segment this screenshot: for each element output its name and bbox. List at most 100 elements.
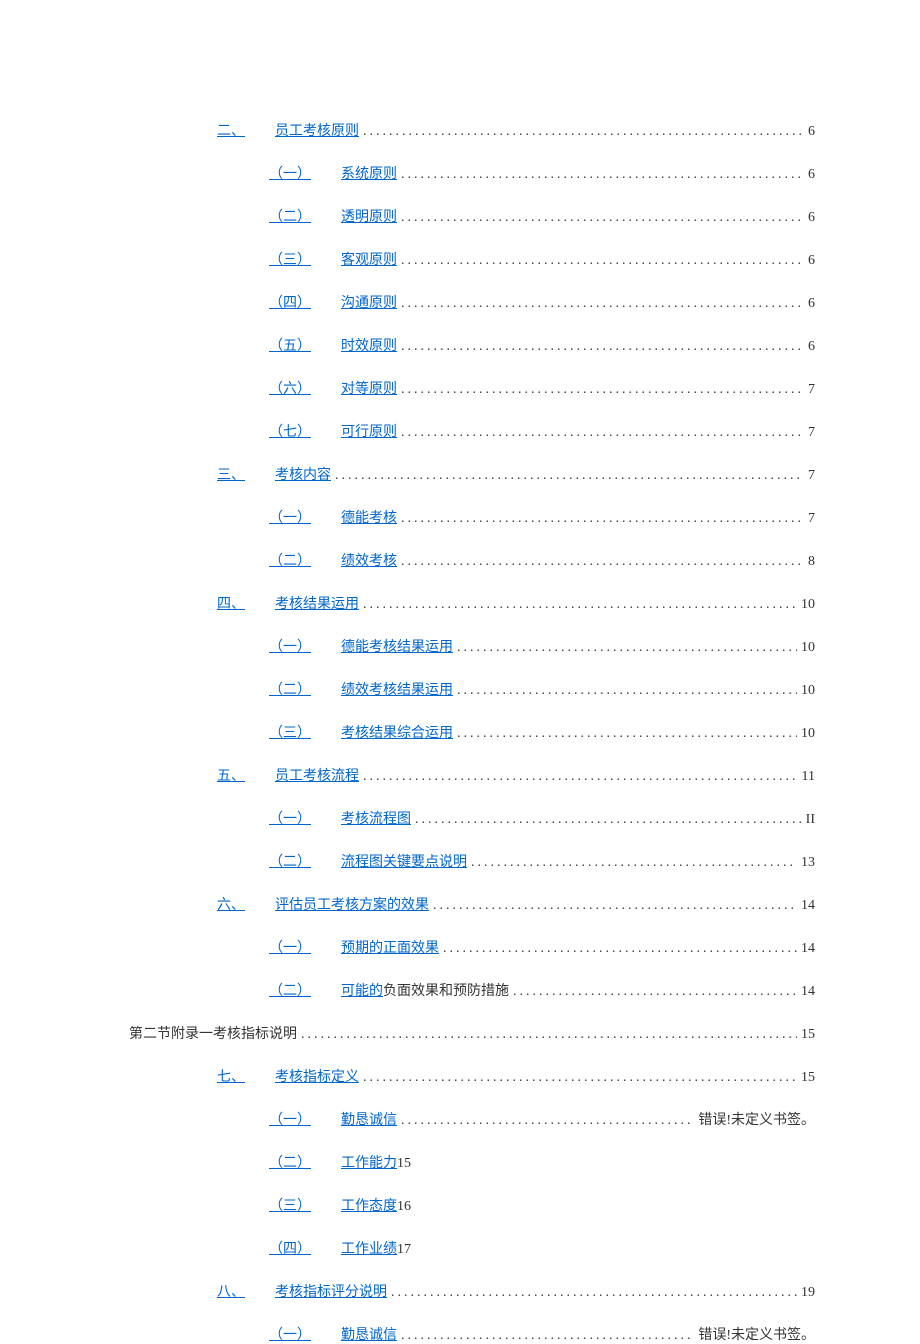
toc-entry: （一）勤恳诚信.................................… — [105, 1324, 815, 1344]
toc-page-number: 7 — [808, 382, 815, 398]
toc-entry: （三）考核结果综合运用.............................… — [105, 722, 815, 742]
toc-prefix[interactable]: （四） — [269, 1238, 311, 1258]
toc-page-number: 6 — [808, 210, 815, 226]
toc-leader-dots: ........................................… — [401, 210, 804, 226]
toc-prefix[interactable]: 四、 — [217, 593, 245, 613]
toc-leader-dots: ........................................… — [363, 124, 804, 140]
toc-prefix[interactable]: （一） — [269, 507, 311, 527]
toc-entry: （三） 客观原则.................................… — [105, 249, 815, 269]
toc-entry: 五、 员工考核流程................................… — [105, 765, 815, 785]
toc-prefix[interactable]: （二） — [269, 206, 311, 226]
toc-leader-dots: ........................................… — [401, 253, 804, 269]
toc-title-link[interactable]: 时效原则 — [341, 335, 397, 355]
toc-prefix[interactable]: （六） — [269, 378, 311, 398]
toc-title-link[interactable]: 工作业绩 — [341, 1238, 397, 1258]
toc-leader-dots: ........................................… — [401, 339, 804, 355]
toc-leader-dots: ........................................… — [401, 167, 804, 183]
toc-title-link[interactable]: 透明原则 — [341, 206, 397, 226]
toc-title-link[interactable]: 考核流程图 — [341, 808, 411, 828]
toc-entry: （一）勤恳诚信.................................… — [105, 1109, 815, 1129]
toc-leader-dots: ........................................… — [363, 769, 798, 785]
toc-prefix[interactable]: （二） — [269, 550, 311, 570]
toc-title-link[interactable]: 员工考核原则 — [275, 120, 359, 140]
toc-page-number: 14 — [801, 898, 815, 914]
toc-title-link[interactable]: 预期的正面效果 — [341, 937, 439, 957]
toc-page-number: 15 — [397, 1156, 411, 1172]
toc-title-link[interactable]: 考核内容 — [275, 464, 331, 484]
toc-prefix[interactable]: （一） — [269, 636, 311, 656]
toc-title: 可能的负面效果和预防措施 — [341, 980, 509, 1000]
toc-prefix[interactable]: 六、 — [217, 894, 245, 914]
toc-title-link[interactable]: 绩效考核 — [341, 550, 397, 570]
toc-leader-dots: ........................................… — [457, 683, 797, 699]
toc-error-text: 错误!未定义书签。 — [698, 1109, 815, 1129]
toc-title-link[interactable]: 流程图关键要点说明 — [341, 851, 467, 871]
toc-page-number: 7 — [808, 511, 815, 527]
toc-prefix[interactable]: （二） — [269, 980, 311, 1000]
toc-page-number: 14 — [801, 941, 815, 957]
toc-leader-dots: ........................................… — [513, 984, 797, 1000]
toc-prefix[interactable]: 七、 — [217, 1066, 245, 1086]
toc-title-link[interactable]: 员工考核流程 — [275, 765, 359, 785]
toc-title-link[interactable]: 德能考核 — [341, 507, 397, 527]
toc-page-number: 11 — [802, 769, 815, 785]
toc-page-number: 14 — [801, 984, 815, 1000]
toc-title-link[interactable]: 可行原则 — [341, 421, 397, 441]
toc-entry: （二） 绩效考核结果运用.............................… — [105, 679, 815, 699]
toc-title-link[interactable]: 考核结果运用 — [275, 593, 359, 613]
toc-title-plain-part: 负面效果和预防措施 — [383, 984, 509, 999]
toc-prefix[interactable]: 二、 — [217, 120, 245, 140]
toc-title-link[interactable]: 德能考核结果运用 — [341, 636, 453, 656]
toc-prefix[interactable]: （一） — [269, 937, 311, 957]
toc-title-link[interactable]: 勤恳诚信 — [341, 1324, 397, 1344]
toc-prefix[interactable]: （一） — [269, 163, 311, 183]
toc-title-link[interactable]: 评估员工考核方案的效果 — [275, 894, 429, 914]
toc-title-link[interactable]: 工作态度 — [341, 1195, 397, 1215]
toc-leader-dots: ........................................… — [363, 597, 797, 613]
toc-title-link[interactable]: 绩效考核结果运用 — [341, 679, 453, 699]
toc-page-number: 7 — [808, 425, 815, 441]
toc-page-number: 15 — [801, 1070, 815, 1086]
toc-prefix[interactable]: （二） — [269, 679, 311, 699]
toc-entry: （五） 时效原则.................................… — [105, 335, 815, 355]
toc-title-link[interactable]: 沟通原则 — [341, 292, 397, 312]
table-of-contents: 二、 员工考核原则................................… — [105, 120, 815, 1344]
toc-leader-dots: ........................................… — [433, 898, 797, 914]
toc-prefix[interactable]: （四） — [269, 292, 311, 312]
toc-prefix[interactable]: 八、 — [217, 1281, 245, 1301]
toc-entry: 三、 考核内容..................................… — [105, 464, 815, 484]
toc-prefix[interactable]: （一） — [269, 808, 311, 828]
toc-leader-dots: ........................................… — [335, 468, 804, 484]
toc-prefix[interactable]: （一） — [269, 1109, 311, 1129]
toc-prefix[interactable]: （二） — [269, 1152, 311, 1172]
toc-title-link[interactable]: 客观原则 — [341, 249, 397, 269]
toc-page-number: 10 — [801, 726, 815, 742]
toc-page-number: 7 — [808, 468, 815, 484]
toc-prefix[interactable]: 五、 — [217, 765, 245, 785]
toc-leader-dots: ........................................… — [443, 941, 797, 957]
toc-page-number: 6 — [808, 253, 815, 269]
toc-title-link-part[interactable]: 可能的 — [341, 984, 383, 999]
toc-prefix[interactable]: （二） — [269, 851, 311, 871]
toc-entry: 八、考核指标评分说明..............................… — [105, 1281, 815, 1301]
toc-prefix[interactable]: （三） — [269, 1195, 311, 1215]
toc-title-link[interactable]: 系统原则 — [341, 163, 397, 183]
toc-leader-dots: ........................................… — [415, 812, 802, 828]
toc-prefix[interactable]: （一） — [269, 1324, 311, 1344]
toc-prefix[interactable]: （三） — [269, 722, 311, 742]
toc-title-link[interactable]: 考核指标评分说明 — [275, 1281, 387, 1301]
toc-title-link[interactable]: 考核结果综合运用 — [341, 722, 453, 742]
toc-prefix[interactable]: 三、 — [217, 464, 245, 484]
toc-title-link[interactable]: 勤恳诚信 — [341, 1109, 397, 1129]
toc-error-text: 错误!未定义书签。 — [698, 1324, 815, 1344]
toc-title-link[interactable]: 对等原则 — [341, 378, 397, 398]
toc-prefix[interactable]: （七） — [269, 421, 311, 441]
toc-entry: （二） 工作能力15 — [105, 1152, 815, 1172]
toc-page-number: 19 — [801, 1285, 815, 1301]
toc-page-number: 10 — [801, 640, 815, 656]
toc-title-link[interactable]: 工作能力 — [341, 1152, 397, 1172]
toc-title-link[interactable]: 考核指标定义 — [275, 1066, 359, 1086]
toc-prefix[interactable]: （三） — [269, 249, 311, 269]
toc-prefix[interactable]: （五） — [269, 335, 311, 355]
toc-entry: （四）工作业绩17 — [105, 1238, 815, 1258]
